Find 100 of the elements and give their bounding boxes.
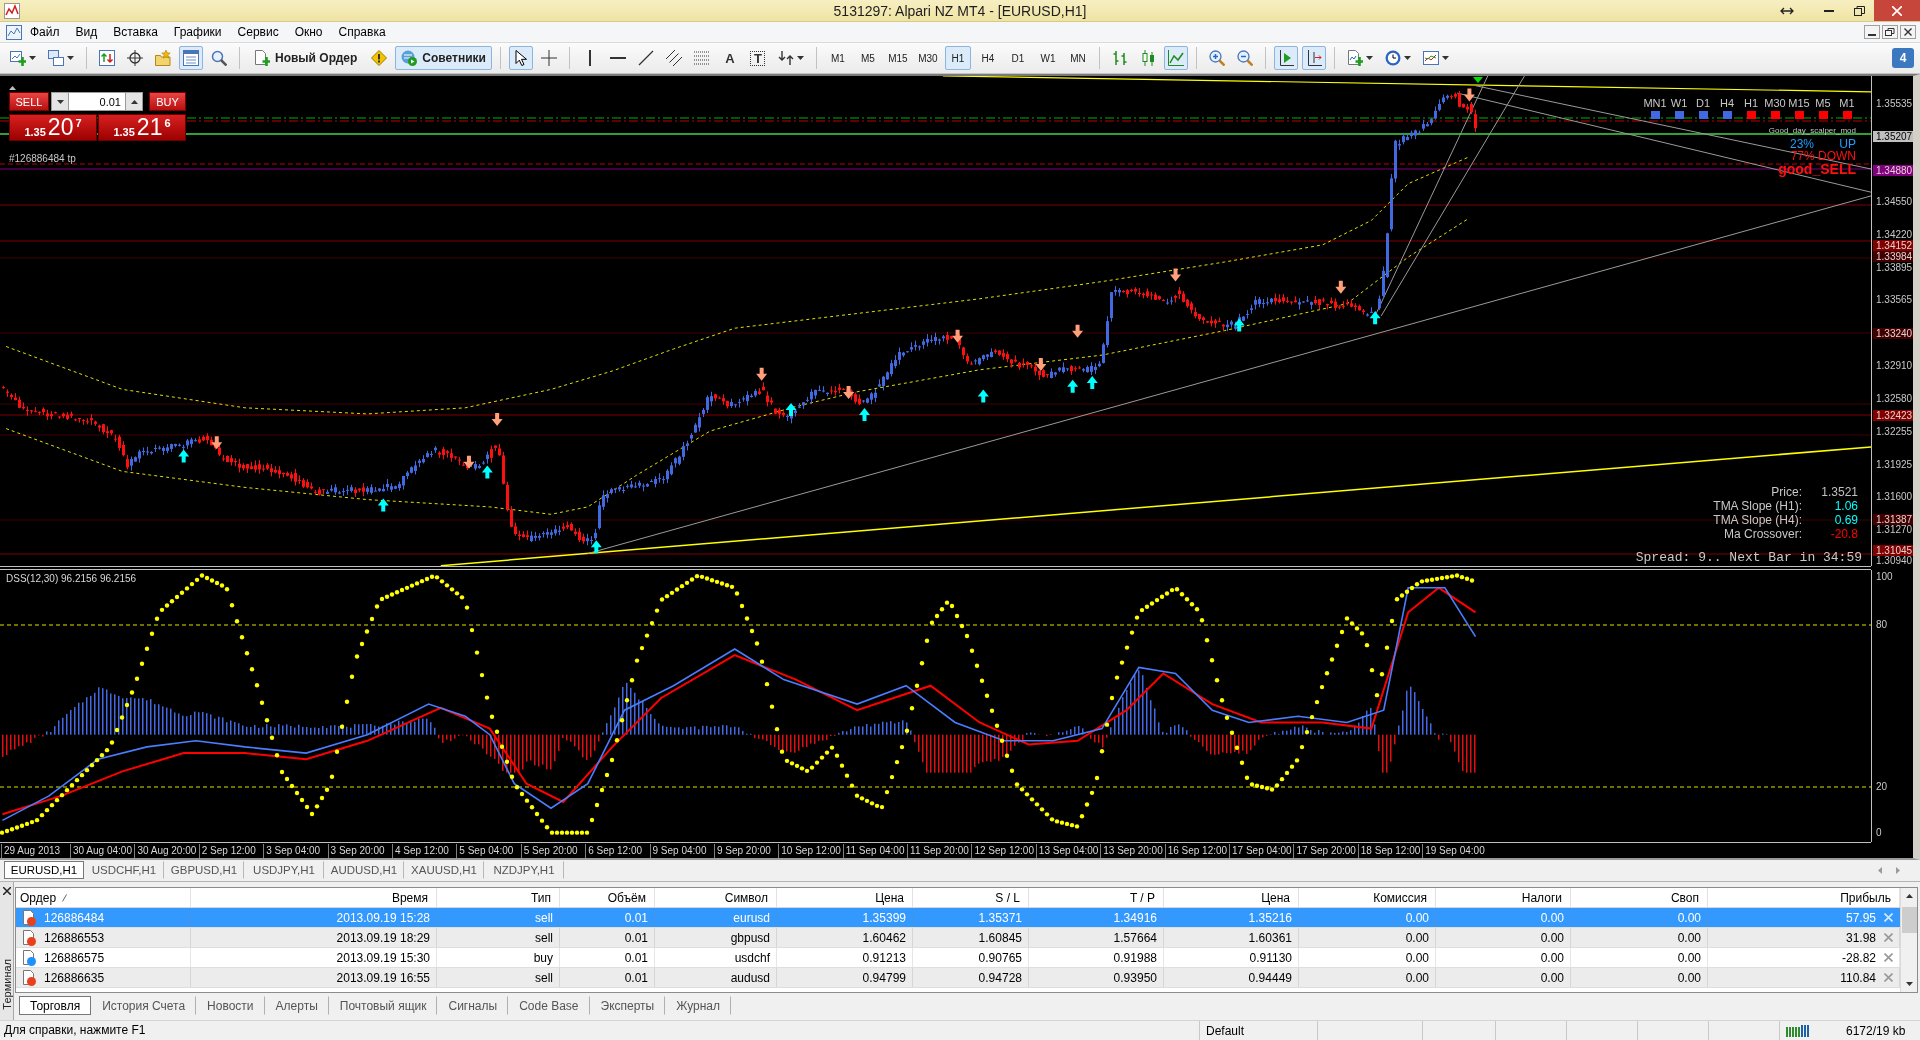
terminal-tab[interactable]: Алерты: [264, 996, 329, 1015]
timeframe-button[interactable]: W1: [1034, 46, 1061, 70]
chart-tab[interactable]: NZDJPY,H1: [484, 861, 564, 879]
clock-icon: [1384, 50, 1401, 66]
caret-up-icon: [1905, 894, 1913, 898]
time-axis-label: 11 Sep 04:00: [842, 843, 908, 858]
menu-item[interactable]: Справка: [330, 22, 394, 42]
terminal-tab[interactable]: Почтовый ящик: [328, 996, 438, 1015]
caret-right-icon: [1896, 866, 1900, 874]
chart-tab[interactable]: XAUUSD,H1: [404, 861, 484, 879]
messages-button[interactable]: 4: [1892, 48, 1914, 68]
experts-button[interactable]: Советники: [395, 46, 492, 70]
column-header[interactable]: Объём: [560, 888, 655, 907]
table-cell: gbpusd: [655, 928, 777, 947]
column-header[interactable]: Комиссия: [1299, 888, 1436, 907]
table-cell: -28.82: [1841, 950, 1876, 965]
axis-label: 1.35535: [1876, 98, 1913, 109]
table-cell: 1.35216: [1164, 908, 1299, 927]
chart-tab[interactable]: USDCHF,H1: [84, 861, 164, 879]
cursor-button[interactable]: [508, 46, 533, 70]
menu-item[interactable]: Вставка: [105, 22, 166, 42]
line-button[interactable]: [1163, 46, 1188, 70]
minimize-icon: [1824, 9, 1834, 12]
timeframe-button[interactable]: M5: [854, 46, 881, 70]
scrollbar[interactable]: [1900, 888, 1917, 992]
timeframe-button[interactable]: H1: [944, 46, 971, 70]
terminal-tab[interactable]: Новости: [196, 996, 265, 1015]
terminal-tab[interactable]: Эксперты: [589, 996, 666, 1015]
terminal-tab[interactable]: Торговля: [19, 996, 92, 1015]
table-cell: 0.91213: [777, 948, 913, 967]
timeframe-button[interactable]: M15: [884, 46, 911, 70]
terminal-tab[interactable]: Code Base: [508, 996, 590, 1015]
terminal-tab[interactable]: Сигналы: [437, 996, 509, 1015]
chart-tab[interactable]: EURUSD,H1: [4, 861, 84, 879]
shift-button[interactable]: [1301, 46, 1326, 70]
star-folder-icon: [155, 50, 171, 66]
order-row[interactable]: 126886635 2013.09.19 16:55 sell 0.01 audusd 0.94799 0.94728 0.93950 0.94449 0.00 0.00 0.00 110.84: [16, 968, 1900, 988]
table-cell: sell: [437, 928, 560, 947]
time-axis-label: 17 Sep 20:00: [1293, 843, 1358, 858]
column-header[interactable]: Тип: [437, 888, 560, 907]
column-header[interactable]: Цена: [1164, 888, 1299, 907]
menu-item[interactable]: Файл: [22, 22, 68, 42]
terminal-tab[interactable]: Журнал: [665, 996, 732, 1015]
column-header[interactable]: Налоги: [1436, 888, 1571, 907]
axis-label: 0: [1876, 828, 1882, 838]
terminal-tab[interactable]: История Счета: [91, 996, 197, 1015]
timeframe-button[interactable]: D1: [1004, 46, 1031, 70]
column-header[interactable]: Своп: [1571, 888, 1708, 907]
text-button[interactable]: A: [717, 46, 742, 70]
axis-label: 20: [1876, 782, 1888, 792]
timeframe-button[interactable]: H4: [974, 46, 1001, 70]
table-cell: 0.00: [1436, 928, 1571, 947]
axis-label: 1.31600: [1876, 492, 1913, 503]
menu-item[interactable]: Графики: [165, 22, 230, 42]
target-icon: [127, 50, 143, 66]
arrows-square-icon: [99, 50, 115, 66]
column-header[interactable]: Время: [191, 888, 437, 907]
table-cell: 0.01: [560, 908, 655, 927]
table-cell: 0.00: [1299, 908, 1436, 927]
chart-tab[interactable]: GBPUSD,H1: [164, 861, 244, 879]
column-header[interactable]: Цена: [777, 888, 913, 907]
timeframe-button[interactable]: M1: [824, 46, 851, 70]
table-cell: 0.01: [560, 968, 655, 987]
table-cell: 0.00: [1436, 908, 1571, 927]
line-chart-icon: [1167, 50, 1184, 66]
restore-icon[interactable]: [1882, 25, 1898, 39]
terminal-button[interactable]: [179, 46, 203, 70]
table-cell: 0.00: [1299, 948, 1436, 967]
scrollbar-thumb[interactable]: [1901, 907, 1917, 933]
order-row[interactable]: 126886553 2013.09.19 18:29 sell 0.01 gbpusd 1.60462 1.60845 1.57664 1.60361 0.00 0.00 0.00 31.98: [16, 928, 1900, 948]
table-cell: 0.00: [1436, 948, 1571, 967]
time-axis-label: 4 Sep 12:00: [391, 843, 457, 858]
minimize-icon[interactable]: [1864, 25, 1880, 39]
chart-tab[interactable]: USDJPY,H1: [244, 861, 324, 879]
table-cell: 0.94728: [913, 968, 1029, 987]
chart-logo-icon: [4, 2, 20, 19]
menu-item[interactable]: Окно: [286, 22, 331, 42]
table-cell: 0.93950: [1029, 968, 1164, 987]
panel-title: Терминал: [0, 959, 13, 1010]
column-header[interactable]: Символ: [655, 888, 777, 907]
autoscroll-button[interactable]: [1273, 46, 1298, 70]
column-header[interactable]: T / P: [1029, 888, 1164, 907]
table-cell: 1.60361: [1164, 928, 1299, 947]
close-icon[interactable]: [1900, 25, 1916, 39]
new-order-button[interactable]: Новый Ордер: [248, 46, 364, 70]
text-label-button[interactable]: T: [745, 46, 770, 70]
close-button[interactable]: [1874, 0, 1920, 21]
chart-tab[interactable]: AUDUSD,H1: [324, 861, 404, 879]
dotted-lines-icon: [693, 50, 710, 66]
timeframe-button[interactable]: M30: [914, 46, 941, 70]
caret-left-icon: [1878, 866, 1882, 874]
column-header[interactable]: S / L: [913, 888, 1029, 907]
close-icon[interactable]: [2, 887, 11, 895]
table-cell: 1.60845: [913, 928, 1029, 947]
caret-down-icon: [29, 56, 36, 60]
column-header[interactable]: Ордер: [16, 888, 191, 907]
menu-item[interactable]: Сервис: [229, 22, 287, 42]
axis-label: 1.33895: [1876, 262, 1913, 273]
menu-item[interactable]: Вид: [67, 22, 106, 42]
timeframe-button[interactable]: MN: [1064, 46, 1091, 70]
